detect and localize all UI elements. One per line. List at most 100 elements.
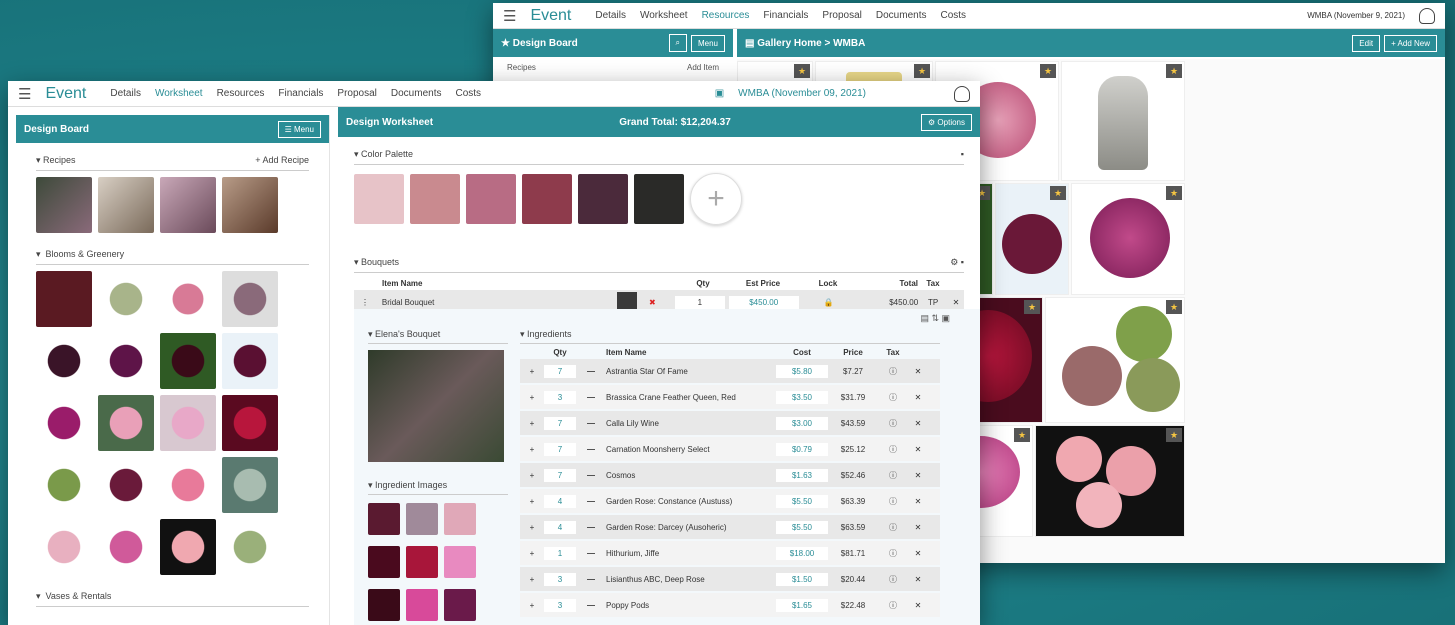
- close-icon[interactable]: ✕: [908, 575, 928, 584]
- nav-proposal[interactable]: Proposal: [822, 10, 861, 21]
- ingredient-qty[interactable]: 7: [544, 416, 576, 430]
- info-icon[interactable]: ⓘ: [878, 392, 908, 403]
- nav-resources[interactable]: Resources: [217, 88, 265, 99]
- star-icon[interactable]: ★: [794, 64, 810, 78]
- plus-icon[interactable]: +: [520, 367, 544, 376]
- add-new-button[interactable]: + Add New: [1384, 34, 1437, 52]
- close-icon[interactable]: ✕: [908, 419, 928, 428]
- ingredient-cost[interactable]: $5.50: [776, 494, 828, 508]
- close-icon[interactable]: ✕: [908, 445, 928, 454]
- ingredient-cost[interactable]: $1.50: [776, 572, 828, 586]
- plus-icon[interactable]: +: [520, 549, 544, 558]
- ingredient-qty[interactable]: 3: [544, 390, 576, 404]
- close-icon[interactable]: ✕: [908, 601, 928, 610]
- user-icon[interactable]: [1419, 7, 1435, 24]
- ingredient-cost[interactable]: $3.00: [776, 416, 828, 430]
- ingredient-row[interactable]: +3— Lisianthus ABC, Deep Rose $1.50 $20.44 ⓘ…: [520, 567, 940, 591]
- nav-costs[interactable]: Costs: [940, 10, 966, 21]
- recipe-thumb[interactable]: [98, 177, 154, 233]
- ingredient-row[interactable]: +7— Cosmos $1.63 $52.46 ⓘ ✕: [520, 463, 940, 487]
- bloom-thumb[interactable]: [160, 519, 216, 575]
- trash-icon[interactable]: ▪: [961, 149, 964, 160]
- ingredient-row[interactable]: +7— Astrantia Star Of Fame $5.80 $7.27 ⓘ ✕: [520, 359, 940, 383]
- ingredient-image[interactable]: [444, 503, 476, 535]
- caret-down-icon[interactable]: ▾: [36, 591, 43, 601]
- plus-icon[interactable]: +: [520, 471, 544, 480]
- gallery-tile[interactable]: ★: [1061, 61, 1185, 181]
- settings-icon[interactable]: ⚙ ▪: [950, 257, 964, 268]
- bloom-thumb[interactable]: [98, 271, 154, 327]
- drag-handle-icon[interactable]: ⋮: [354, 298, 376, 307]
- minus-icon[interactable]: —: [576, 575, 606, 584]
- bouquet-est[interactable]: $450.00: [728, 295, 799, 309]
- bloom-thumb[interactable]: [222, 395, 278, 451]
- close-icon[interactable]: ✕: [908, 497, 928, 506]
- add-color-button[interactable]: +: [690, 173, 742, 225]
- ingredient-image[interactable]: [368, 546, 400, 578]
- info-icon[interactable]: ⓘ: [878, 496, 908, 507]
- recipe-photo[interactable]: [368, 350, 504, 462]
- bloom-thumb[interactable]: [222, 457, 278, 513]
- minus-icon[interactable]: —: [576, 523, 606, 532]
- ingredient-image[interactable]: [406, 589, 438, 621]
- info-icon[interactable]: ⓘ: [878, 522, 908, 533]
- event-label[interactable]: WMBA (November 09, 2021): [738, 88, 866, 99]
- plus-icon[interactable]: +: [520, 445, 544, 454]
- ingredient-row[interactable]: +4— Garden Rose: Constance (Austuss) $5.50…: [520, 489, 940, 513]
- bloom-thumb[interactable]: [98, 457, 154, 513]
- bloom-thumb[interactable]: [36, 271, 92, 327]
- recipe-thumb[interactable]: [36, 177, 92, 233]
- close-icon[interactable]: ✕: [908, 393, 928, 402]
- plus-icon[interactable]: +: [520, 575, 544, 584]
- info-icon[interactable]: ⓘ: [878, 600, 908, 611]
- star-icon[interactable]: ★: [1166, 428, 1182, 442]
- ingredient-qty[interactable]: 3: [544, 598, 576, 612]
- ingredient-row[interactable]: +3— Poppy Pods $1.65 $22.48 ⓘ ✕: [520, 593, 940, 617]
- bloom-thumb[interactable]: [222, 271, 278, 327]
- bouquet-qty[interactable]: 1: [674, 295, 725, 309]
- caret-down-icon[interactable]: ▾: [354, 149, 361, 160]
- swatch[interactable]: [354, 174, 404, 224]
- remove-icon[interactable]: ✖: [649, 298, 671, 307]
- nav-financials[interactable]: Financials: [278, 88, 323, 99]
- plus-icon[interactable]: +: [520, 497, 544, 506]
- minus-icon[interactable]: —: [576, 419, 606, 428]
- minus-icon[interactable]: —: [576, 471, 606, 480]
- ingredient-qty[interactable]: 4: [544, 520, 576, 534]
- bloom-thumb[interactable]: [36, 395, 92, 451]
- info-icon[interactable]: ⓘ: [878, 444, 908, 455]
- menu-icon[interactable]: ☰: [18, 85, 31, 103]
- ingredient-row[interactable]: +7— Carnation Moonsherry Select $0.79 $25.1…: [520, 437, 940, 461]
- ingredient-image[interactable]: [406, 546, 438, 578]
- star-icon[interactable]: ★: [1024, 300, 1040, 314]
- caret-down-icon[interactable]: ▾: [36, 155, 43, 166]
- nav-documents[interactable]: Documents: [391, 88, 442, 99]
- user-icon[interactable]: [954, 85, 970, 102]
- nav-details[interactable]: Details: [110, 88, 141, 99]
- recipe-thumb[interactable]: [222, 177, 278, 233]
- bloom-thumb[interactable]: [160, 395, 216, 451]
- info-icon[interactable]: ⓘ: [878, 470, 908, 481]
- lock-icon[interactable]: 🔒: [799, 298, 859, 307]
- ingredient-qty[interactable]: 7: [544, 442, 576, 456]
- add-recipe-button[interactable]: + Add Recipe: [255, 155, 309, 166]
- bloom-thumb[interactable]: [222, 333, 278, 389]
- ingredient-image[interactable]: [368, 503, 400, 535]
- plus-icon[interactable]: +: [520, 523, 544, 532]
- bloom-thumb[interactable]: [160, 271, 216, 327]
- ingredient-qty[interactable]: 1: [544, 546, 576, 560]
- back-add-item[interactable]: Add Item: [687, 63, 719, 72]
- star-icon[interactable]: ★: [1050, 186, 1066, 200]
- minus-icon[interactable]: —: [576, 393, 606, 402]
- ingredient-cost[interactable]: $0.79: [776, 442, 828, 456]
- event-label[interactable]: WMBA (November 9, 2021): [1307, 11, 1405, 20]
- swatch[interactable]: [410, 174, 460, 224]
- ingredient-cost[interactable]: $1.65: [776, 598, 828, 612]
- ingredient-row[interactable]: +7— Calla Lily Wine $3.00 $43.59 ⓘ ✕: [520, 411, 940, 435]
- nav-worksheet[interactable]: Worksheet: [640, 10, 688, 21]
- ingredient-cost[interactable]: $5.80: [776, 364, 828, 378]
- nav-resources[interactable]: Resources: [702, 10, 750, 21]
- ingredient-row[interactable]: +1— Hithurium, Jiffe $18.00 $81.71 ⓘ ✕: [520, 541, 940, 565]
- ingredient-image[interactable]: [444, 589, 476, 621]
- recipe-thumb[interactable]: [160, 177, 216, 233]
